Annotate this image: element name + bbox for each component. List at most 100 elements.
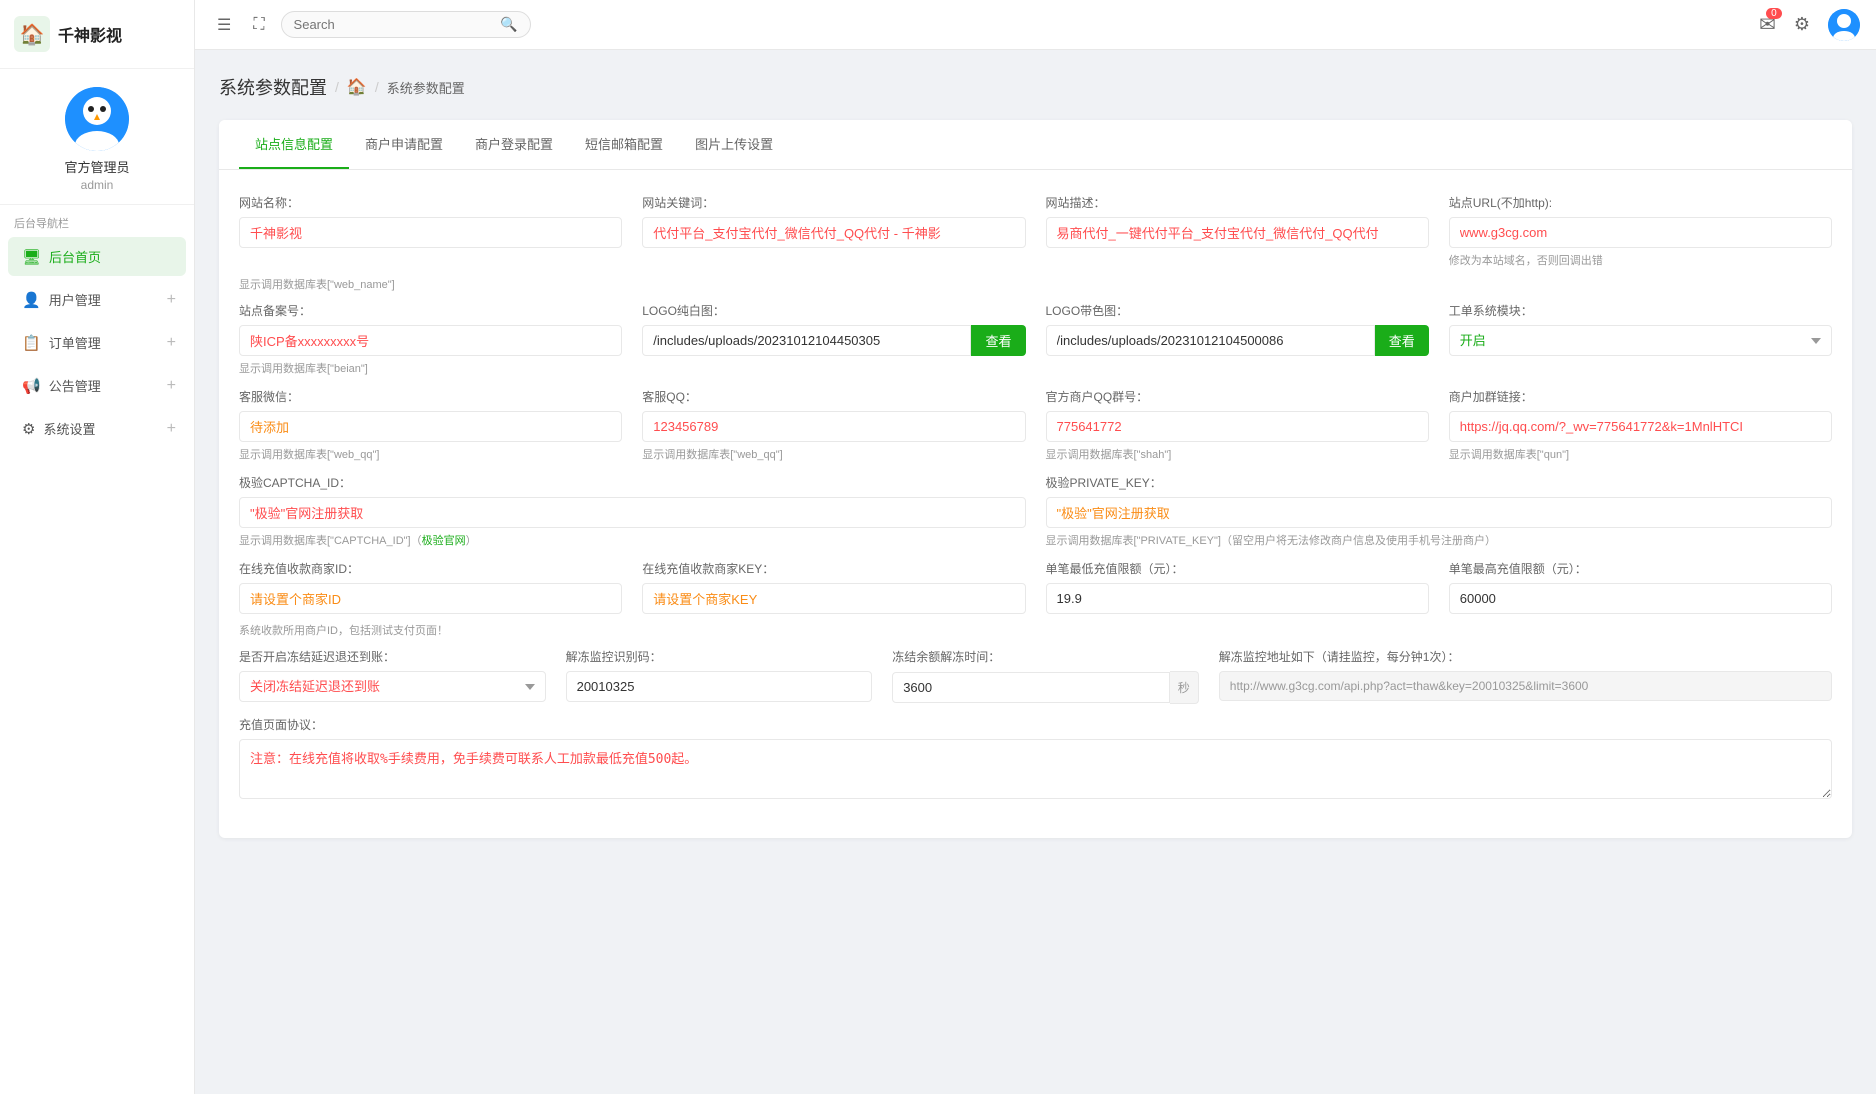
site-desc-label: 网站描述： — [1046, 194, 1429, 211]
beian-group: 站点备案号： 显示调用数据库表["beian"] — [239, 302, 622, 376]
logo-white-group: LOGO纯白图： 查看 — [642, 302, 1025, 376]
freeze-monitor-group: 解冻监控识别码： — [566, 648, 873, 704]
freeze-url-group: 解冻监控地址如下（请挂监控，每分钟1次）： http://www.g3cg.co… — [1219, 648, 1832, 704]
messages-button[interactable]: ✉ 0 — [1759, 12, 1776, 37]
kf-weixin-input[interactable] — [239, 411, 622, 442]
sys-merchant-hint: 系统收款所用商户ID，包括测试支付页面！ — [239, 622, 448, 638]
sidebar-item-orders[interactable]: 📋 订单管理 + — [8, 323, 186, 362]
private-key-label: 极验PRIVATE_KEY： — [1046, 474, 1833, 491]
settings-button[interactable]: ⚙ — [1788, 10, 1816, 39]
kf-qq-input[interactable] — [642, 411, 1025, 442]
sidebar-item-notice[interactable]: 📢 公告管理 + — [8, 366, 186, 405]
site-url-label: 站点URL(不加http): — [1449, 194, 1832, 211]
official-qq-label: 官方商户QQ群号： — [1046, 388, 1429, 405]
freeze-monitor-input[interactable] — [566, 671, 873, 702]
admin-role: admin — [81, 178, 114, 192]
config-tabs: 站点信息配置 商户申请配置 商户登录配置 短信邮箱配置 图片上传设置 — [219, 120, 1852, 170]
logo-color-input[interactable] — [1046, 325, 1375, 356]
min-charge-input[interactable] — [1046, 583, 1429, 614]
merchant-join-label: 商户加群链接： — [1449, 388, 1832, 405]
freeze-monitor-label: 解冻监控识别码： — [566, 648, 873, 665]
beian-hint: 显示调用数据库表["beian"] — [239, 360, 622, 376]
private-key-input[interactable] — [1046, 497, 1833, 528]
expand-orders-icon[interactable]: + — [167, 334, 176, 352]
freeze-time-input[interactable] — [892, 672, 1170, 703]
config-card: 站点信息配置 商户申请配置 商户登录配置 短信邮箱配置 图片上传设置 网站名称：… — [219, 120, 1852, 838]
charge-protocol-group: 充值页面协议： 注意：在线充值将收取%手续费用，免手续费可联系人工加款最低充值5… — [239, 716, 1832, 802]
tab-sms-email[interactable]: 短信邮箱配置 — [569, 120, 679, 169]
freeze-time-input-group: 秒 — [892, 671, 1199, 704]
search-input[interactable] — [294, 17, 501, 32]
tab-merchant-login[interactable]: 商户登录配置 — [459, 120, 569, 169]
merchant-id-label: 在线充值收款商家ID： — [239, 560, 622, 577]
breadcrumb-sep1: / — [335, 79, 339, 95]
sidebar-item-notice-label: 公告管理 — [49, 376, 101, 395]
site-keyword-input[interactable] — [642, 217, 1025, 248]
sidebar-item-home[interactable]: 🖥 后台首页 — [8, 237, 186, 276]
form-hint-row-1: 显示调用数据库表["web_name"] — [239, 272, 1832, 292]
beian-label: 站点备案号： — [239, 302, 622, 319]
max-charge-input[interactable] — [1449, 583, 1832, 614]
max-charge-group: 单笔最高充值限额（元）： — [1449, 560, 1832, 614]
kf-qq-label: 客服QQ： — [642, 388, 1025, 405]
charge-protocol-textarea[interactable]: 注意：在线充值将收取%手续费用，免手续费可联系人工加款最低充值500起。 — [239, 739, 1832, 799]
tab-image-upload[interactable]: 图片上传设置 — [679, 120, 789, 169]
merchant-id-group: 在线充值收款商家ID： — [239, 560, 622, 614]
menu-toggle-button[interactable]: ☰ — [211, 11, 237, 39]
logo-white-view-button[interactable]: 查看 — [971, 325, 1025, 356]
sidebar-item-users[interactable]: 👤 用户管理 + — [8, 280, 186, 319]
site-name-input[interactable] — [239, 217, 622, 248]
logo-color-view-button[interactable]: 查看 — [1375, 325, 1429, 356]
tab-merchant-apply[interactable]: 商户申请配置 — [349, 120, 459, 169]
breadcrumb-sep2: / — [375, 79, 379, 95]
kf-weixin-label: 客服微信： — [239, 388, 622, 405]
search-box: 🔍 — [281, 11, 531, 38]
charge-protocol-label: 充值页面协议： — [239, 716, 1832, 733]
site-keyword-label: 网站关键词： — [642, 194, 1025, 211]
official-qq-input[interactable] — [1046, 411, 1429, 442]
logo-white-input[interactable] — [642, 325, 971, 356]
logo-white-label: LOGO纯白图： — [642, 302, 1025, 319]
logo-white-input-group: 查看 — [642, 325, 1025, 356]
site-url-input[interactable] — [1449, 217, 1832, 248]
form-row-6: 是否开启冻结延迟退还到账： 关闭冻结延迟退还到账 开启冻结延迟退还到账 解冻监控… — [239, 648, 1832, 704]
sidebar-item-settings[interactable]: ⚙ 系统设置 + — [8, 409, 186, 448]
site-url-group: 站点URL(不加http): 修改为本站域名，否则回调出错 — [1449, 194, 1832, 268]
form-row-1: 网站名称： 网站关键词： 网站描述： 站点URL(不加http): — [239, 194, 1832, 268]
sidebar-logo: 🏠 千神影视 — [0, 0, 194, 69]
site-url-hint: 修改为本站域名，否则回调出错 — [1449, 252, 1832, 268]
max-charge-label: 单笔最高充值限额（元）： — [1449, 560, 1832, 577]
site-name-label: 网站名称： — [239, 194, 622, 211]
expand-settings-icon[interactable]: + — [167, 420, 176, 438]
beian-input[interactable] — [239, 325, 622, 356]
merchant-key-group: 在线充值收款商家KEY： — [642, 560, 1025, 614]
freeze-return-select[interactable]: 关闭冻结延迟退还到账 开启冻结延迟退还到账 — [239, 671, 546, 702]
breadcrumb-current: 系统参数配置 — [387, 78, 465, 97]
freeze-return-group: 是否开启冻结延迟退还到账： 关闭冻结延迟退还到账 开启冻结延迟退还到账 — [239, 648, 546, 704]
sidebar: 🏠 千神影视 官方管理员 admin 后台导航栏 🖥 后台首页 👤 用户管理 + — [0, 0, 195, 1094]
logo-color-group: LOGO带色图： 查看 — [1046, 302, 1429, 376]
expand-users-icon[interactable]: + — [167, 291, 176, 309]
min-charge-label: 单笔最低充值限额（元）： — [1046, 560, 1429, 577]
site-desc-input[interactable] — [1046, 217, 1429, 248]
logo-color-label: LOGO带色图： — [1046, 302, 1429, 319]
user-icon: 👤 — [22, 291, 41, 309]
web-name-hint-group: 显示调用数据库表["web_name"] — [239, 272, 622, 292]
freeze-time-suffix: 秒 — [1170, 671, 1199, 704]
site-name-group: 网站名称： — [239, 194, 622, 268]
sidebar-item-users-label: 用户管理 — [49, 290, 101, 309]
captcha-id-input[interactable] — [239, 497, 1026, 528]
breadcrumb-home-icon[interactable]: 🏠 — [347, 77, 367, 97]
merchant-join-hint: 显示调用数据库表["qun"] — [1449, 446, 1832, 462]
topbar-avatar[interactable] — [1828, 9, 1860, 41]
expand-notice-icon[interactable]: + — [167, 377, 176, 395]
fullscreen-button[interactable]: ⛶ — [247, 12, 270, 38]
merchant-id-input[interactable] — [239, 583, 622, 614]
tab-site-info[interactable]: 站点信息配置 — [239, 120, 349, 169]
workorder-group: 工单系统模块： 开启 关闭 — [1449, 302, 1832, 376]
workorder-select[interactable]: 开启 关闭 — [1449, 325, 1832, 356]
merchant-join-input[interactable] — [1449, 411, 1832, 442]
kf-qq-hint: 显示调用数据库表["web_qq"] — [642, 446, 1025, 462]
kf-weixin-hint: 显示调用数据库表["web_qq"] — [239, 446, 622, 462]
merchant-key-input[interactable] — [642, 583, 1025, 614]
